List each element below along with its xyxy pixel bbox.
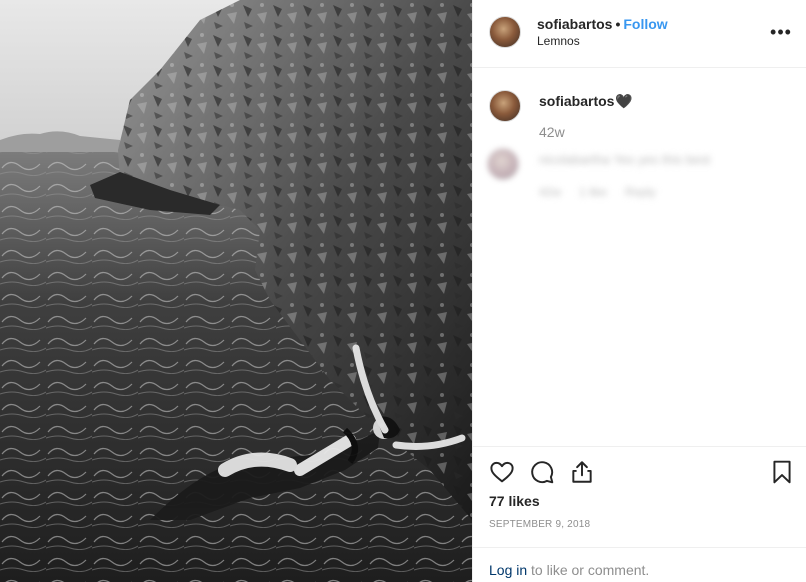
post-sidebar: sofiabartos • Follow Lemnos ••• sofiabarto… — [472, 0, 806, 582]
caption-timestamp[interactable]: 42w — [539, 124, 565, 140]
author-avatar[interactable] — [489, 16, 521, 48]
share-icon[interactable] — [569, 459, 595, 485]
caption-username[interactable]: sofiabartos — [539, 93, 614, 109]
comment-icon[interactable] — [529, 459, 555, 485]
likes-count[interactable]: 77 likes — [489, 493, 540, 509]
author-line: sofiabartos • Follow — [537, 16, 668, 32]
comment-meta: 42w 1 like Reply — [539, 185, 674, 199]
post-actions: 77 likes SEPTEMBER 9, 2018 Log in to lik… — [473, 446, 806, 582]
post-location[interactable]: Lemnos — [537, 34, 580, 48]
comment-likes[interactable]: 1 like — [579, 185, 607, 199]
comment-reply[interactable]: Reply — [625, 185, 656, 199]
heart-icon[interactable] — [489, 459, 515, 485]
post-header: sofiabartos • Follow Lemnos ••• — [473, 0, 806, 68]
login-prompt: Log in to like or comment. — [473, 547, 806, 582]
post-photo[interactable] — [0, 0, 472, 582]
post-photo-image — [0, 0, 472, 582]
author-username[interactable]: sofiabartos — [537, 16, 612, 32]
post-date[interactable]: SEPTEMBER 9, 2018 — [489, 519, 590, 530]
comment-text: nicolabartha Yes yes this best — [539, 152, 711, 167]
separator-dot: • — [615, 16, 621, 32]
caption-avatar[interactable] — [489, 90, 521, 122]
login-suffix: to like or comment. — [527, 562, 650, 578]
more-options-icon[interactable]: ••• — [769, 22, 793, 42]
bookmark-icon[interactable] — [769, 459, 795, 485]
follow-button[interactable]: Follow — [623, 16, 667, 32]
caption-text: 🖤 — [615, 93, 633, 109]
comment-time[interactable]: 42w — [539, 185, 561, 199]
login-link[interactable]: Log in — [489, 562, 527, 578]
commenter-avatar[interactable] — [487, 148, 519, 180]
